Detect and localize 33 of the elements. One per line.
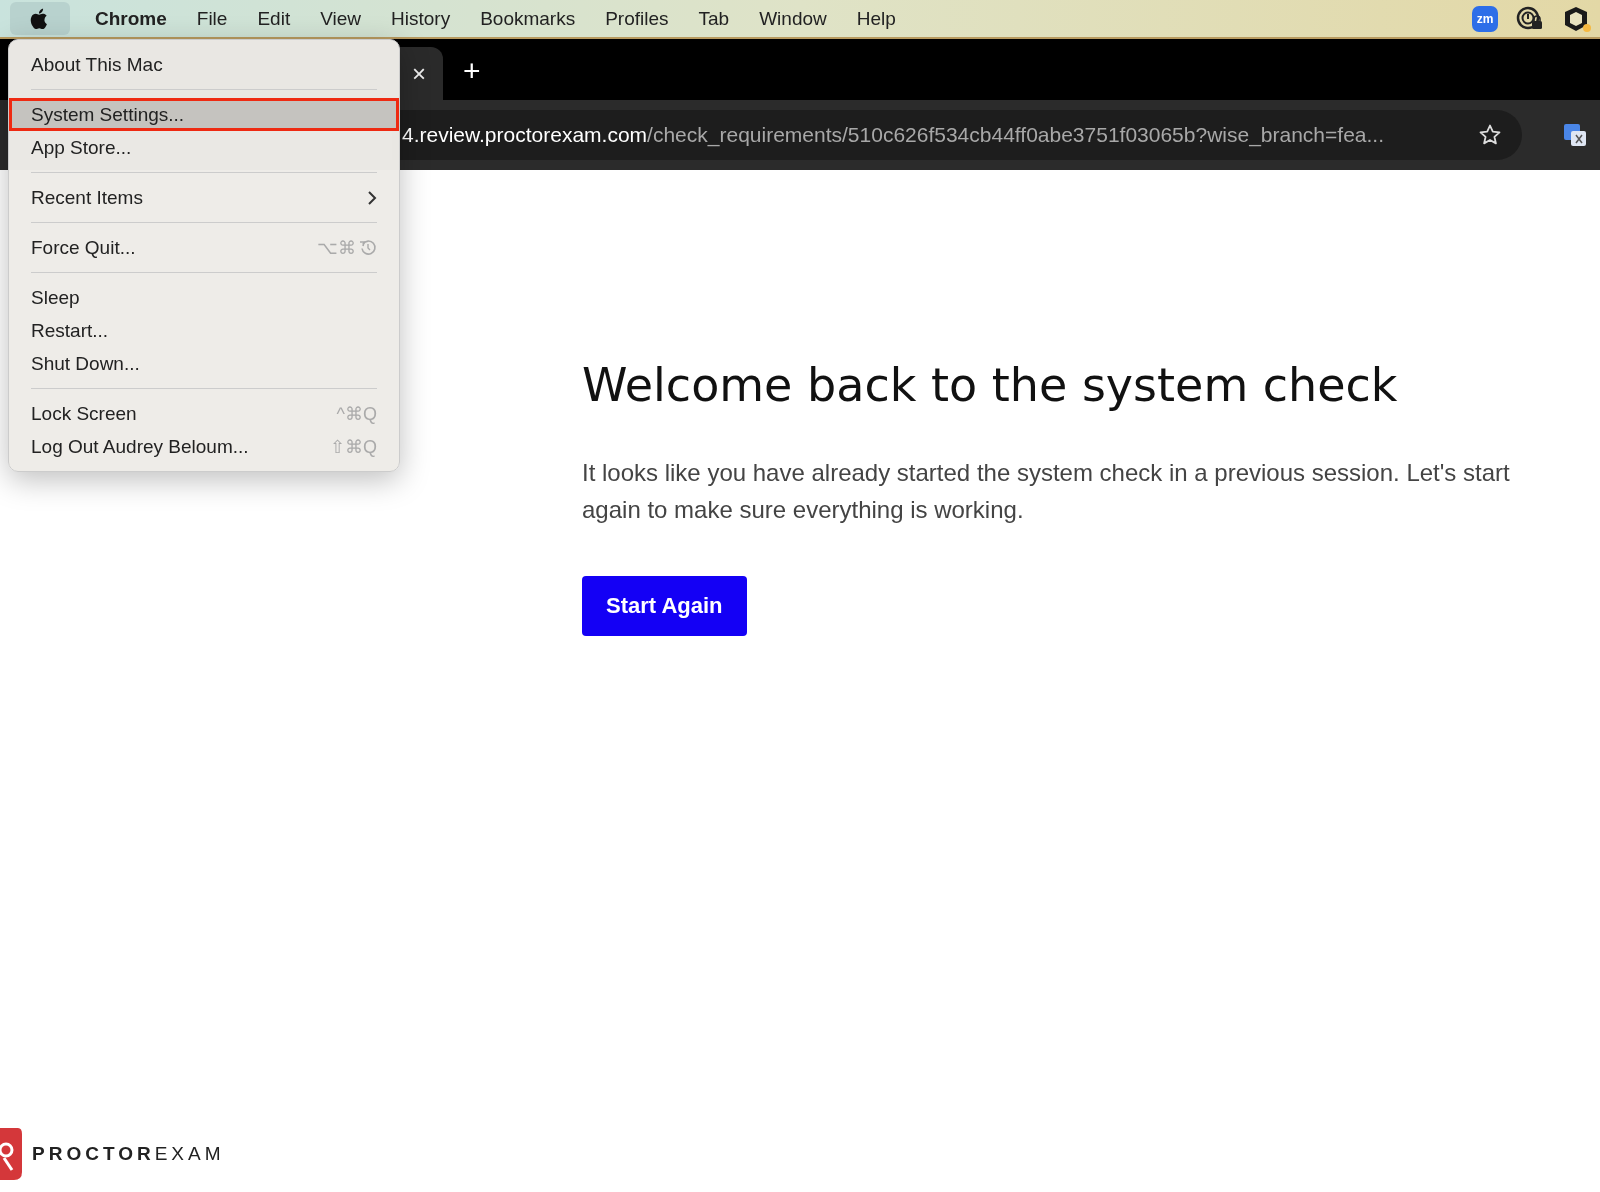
meeting-app-icon[interactable]: zm: [1472, 5, 1498, 32]
alert-lock-icon[interactable]: [1516, 5, 1544, 32]
menu-bar-item[interactable]: Bookmarks: [465, 7, 591, 30]
menu-item[interactable]: Shut Down...: [9, 347, 399, 380]
menu-bar-item[interactable]: Profiles: [590, 7, 684, 30]
menu-bar-item[interactable]: History: [376, 7, 466, 30]
page-description: It looks like you have already started the system check in a previous session. Let's start again to make sure everything is working.: [582, 458, 1511, 525]
menu-item[interactable]: Sleep: [9, 281, 399, 314]
bookmark-star-icon[interactable]: [1478, 123, 1502, 147]
menu-item[interactable]: Recent Items: [9, 181, 399, 214]
apple-menu-button[interactable]: [10, 2, 70, 35]
translate-icon[interactable]: [1562, 122, 1588, 148]
start-again-button[interactable]: Start Again: [582, 576, 747, 636]
page-heading: Welcome back to the system check: [582, 358, 1399, 412]
app-menu[interactable]: Chrome: [80, 7, 182, 30]
menu-item[interactable]: Force Quit... ⌥⌘: [9, 231, 399, 264]
menu-item[interactable]: System Settings...: [9, 98, 399, 131]
menu-bar-item[interactable]: View: [305, 7, 376, 30]
menu-bar-item[interactable]: Help: [841, 7, 911, 30]
logo-text: PROCTOR EXAM: [32, 1143, 225, 1165]
new-tab-button[interactable]: +: [443, 54, 501, 100]
apple-icon: [30, 6, 50, 31]
menu-item[interactable]: Restart...: [9, 314, 399, 347]
menu-bar-item[interactable]: File: [181, 7, 243, 30]
chevron-right-icon: [367, 189, 377, 206]
close-tab-button[interactable]: ×: [412, 59, 426, 88]
menu-bar-item[interactable]: Window: [744, 7, 842, 30]
menu-item[interactable]: Log Out Audrey Beloum... ⇧⌘Q: [9, 430, 399, 463]
menu-bar-item[interactable]: Tab: [683, 7, 745, 30]
menu-item[interactable]: Lock Screen ^⌘Q: [9, 397, 399, 430]
menu-bar-item[interactable]: Edit: [242, 7, 306, 30]
url-text: 4.review.proctorexam.com/check_requirements/510c626f534cb44ff0abe3751f03065b?wise_branch=fea...: [402, 123, 1384, 147]
cube-icon[interactable]: [1562, 4, 1592, 33]
